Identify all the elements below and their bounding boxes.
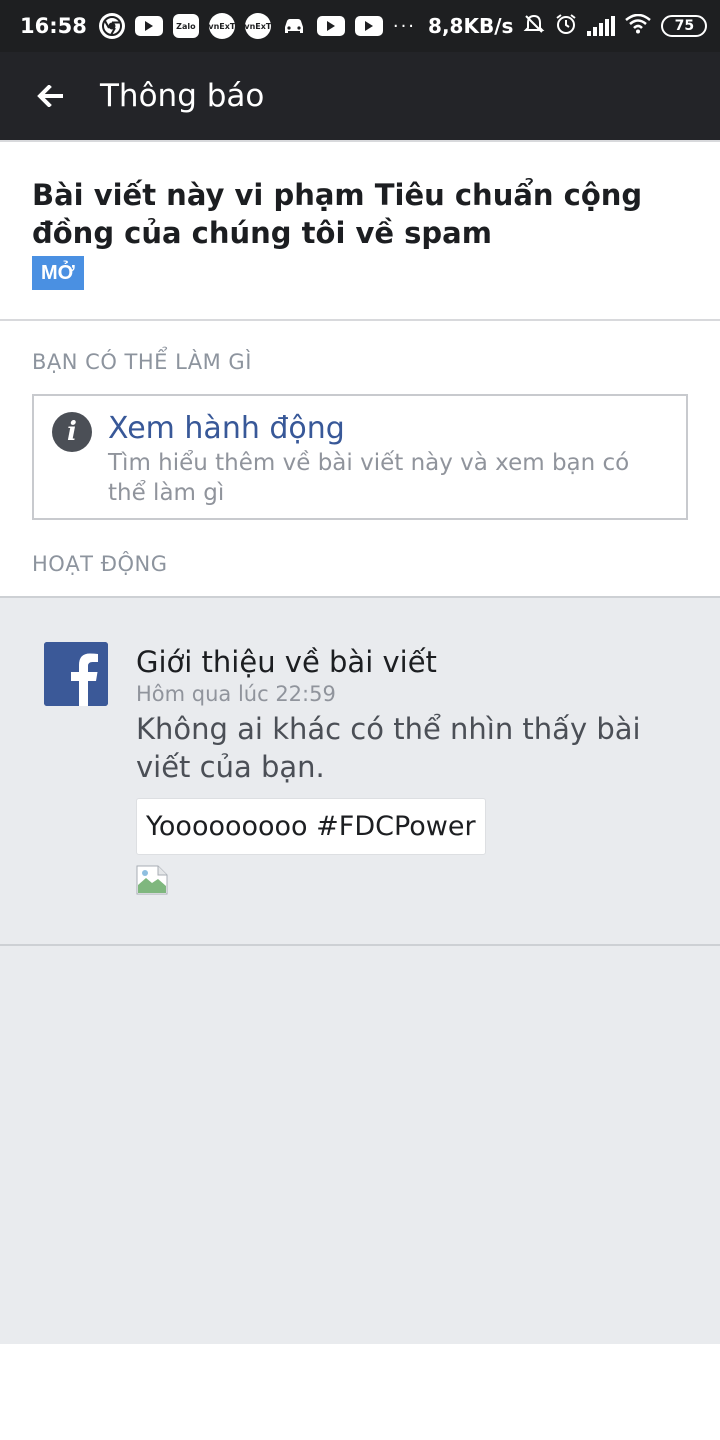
action-title: Xem hành động — [108, 411, 345, 446]
bell-muted-icon — [523, 13, 545, 40]
youtube-icon — [134, 16, 163, 36]
activity-list: Giới thiệu về bài viết Hôm qua lúc 22:59… — [0, 596, 720, 1344]
info-icon: i — [52, 412, 92, 452]
activity-description: Không ai khác có thể nhìn thấy bài viết … — [136, 712, 641, 784]
action-text: Xem hành động Tìm hiểu thêm về bài viết … — [108, 411, 668, 507]
activity-item[interactable]: Giới thiệu về bài viết Hôm qua lúc 22:59… — [0, 598, 720, 946]
signal-icon — [587, 16, 616, 36]
more-notifications-icon: ··· — [392, 15, 417, 37]
alarm-icon — [555, 13, 577, 40]
app-bar: Thông báo — [0, 52, 720, 140]
notification-icons: Zalo vnExT vnExT — [98, 13, 383, 39]
section-label-actions: BẠN CÓ THỂ LÀM GÌ — [32, 350, 252, 374]
notice-headline: Bài viết này vi phạm Tiêu chuẩn cộng đồn… — [32, 178, 643, 250]
broken-image-icon — [136, 865, 168, 895]
status-badge: MỞ — [32, 256, 84, 290]
arrow-left-icon — [37, 85, 63, 107]
vnexpress-icon: vnExT — [208, 13, 235, 39]
notice-header: Bài viết này vi phạm Tiêu chuẩn cộng đồn… — [0, 140, 720, 321]
post-preview[interactable]: Yooooooooo #FDCPower — [136, 798, 486, 855]
bottom-spacer — [0, 1344, 720, 1440]
activity-content: Giới thiệu về bài viết Hôm qua lúc 22:59… — [136, 644, 696, 895]
facebook-icon — [44, 642, 108, 706]
activity-title: Giới thiệu về bài viết — [136, 645, 437, 679]
network-speed: 8,8KB/s — [428, 14, 514, 38]
section-label-activity: HOẠT ĐỘNG — [32, 552, 168, 576]
status-bar: 16:58 Zalo vnExT vnExT ··· 8,8KB/s 75 — [0, 0, 720, 52]
action-description: Tìm hiểu thêm về bài viết này và xem bạn… — [108, 450, 630, 506]
youtube-icon-2 — [316, 16, 345, 36]
view-action-card[interactable]: i Xem hành động Tìm hiểu thêm về bài viế… — [32, 394, 688, 520]
chrome-icon — [98, 13, 125, 39]
back-button[interactable] — [0, 52, 100, 140]
vnexpress-icon-2: vnExT — [244, 13, 271, 39]
battery-indicator: 75 — [661, 15, 708, 37]
activity-timestamp: Hôm qua lúc 22:59 — [136, 682, 336, 706]
page-title: Thông báo — [100, 78, 265, 114]
system-status: 8,8KB/s 75 — [428, 13, 708, 40]
zalo-icon: Zalo — [172, 14, 199, 38]
car-icon — [281, 13, 307, 39]
youtube-icon-3 — [354, 16, 383, 36]
status-time: 16:58 — [20, 14, 87, 38]
wifi-icon — [625, 13, 652, 39]
